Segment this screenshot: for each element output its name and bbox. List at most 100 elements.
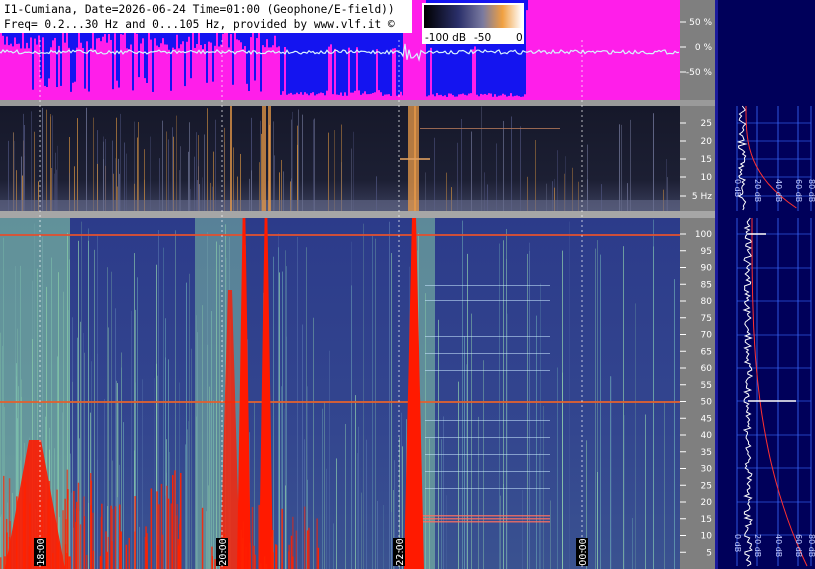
amplitude-column [270, 47, 272, 100]
lf-streak [173, 136, 174, 211]
amplitude-column [216, 32, 218, 100]
hf-streak [118, 402, 119, 569]
hf-streak [595, 248, 596, 569]
hf-line [425, 285, 550, 286]
hf-streak [186, 282, 187, 569]
amplitude-column [426, 96, 428, 100]
amplitude-column [294, 94, 296, 100]
hf-streak [674, 279, 675, 569]
lf-streak [341, 124, 342, 211]
hf-red-speck [23, 499, 25, 569]
hf-line [425, 353, 550, 354]
amplitude-column [486, 94, 488, 100]
hf-red-speck [292, 516, 294, 569]
hf-streak [313, 317, 314, 569]
amplitude-column [444, 95, 446, 100]
hf-streak [285, 485, 286, 569]
lf-streak [261, 133, 262, 211]
colorbar: -100 dB -50 0 [422, 3, 524, 44]
lf-streak [120, 113, 121, 211]
amplitude-column [314, 95, 316, 100]
hf-tick-label: 50 [701, 398, 713, 408]
amplitude-column [284, 47, 286, 100]
amplitude-column [26, 42, 28, 100]
amplitude-column [142, 38, 144, 100]
amplitude-column [34, 38, 36, 100]
lf-streak [511, 116, 512, 211]
amplitude-column [186, 41, 188, 100]
amplitude-column [358, 90, 360, 100]
hf-tick-label: 95 [701, 247, 712, 257]
amplitude-column [386, 94, 388, 100]
hf-streak [507, 313, 508, 569]
amplitude-column [128, 49, 130, 100]
lf-streak [86, 107, 87, 211]
amplitude-column [2, 35, 4, 100]
spectrogram-page: { "header": { "line1": "I1-Cumiana, Date… [0, 0, 815, 569]
lf-streak [46, 109, 47, 211]
hf-red-speck [57, 542, 60, 569]
hf-streak [550, 500, 551, 569]
spectrum-tick-label: 0 dB [733, 534, 742, 552]
hf-streak [557, 367, 558, 569]
amplitude-column [198, 30, 200, 100]
amplitude-column [236, 39, 238, 100]
amplitude-column [174, 49, 176, 100]
amplitude-column [318, 93, 320, 100]
amplitude-column [88, 91, 90, 100]
hf-line [425, 300, 550, 301]
amplitude-column [172, 47, 174, 100]
lf-streak [42, 107, 43, 211]
hf-streak [302, 324, 303, 569]
amplitude-column [52, 40, 54, 100]
amplitude-column [176, 34, 178, 100]
amplitude-column [506, 96, 508, 100]
lf-burst [262, 106, 266, 211]
hf-tick-label: 30 [701, 465, 713, 475]
spectrum-tick-label: 20 dB [753, 534, 762, 557]
amplitude-column [446, 96, 448, 100]
amplitude-column [74, 81, 76, 100]
amplitude-column [370, 93, 372, 100]
amplitude-column [72, 82, 74, 100]
hf-red-speck [245, 546, 247, 569]
hf-line [425, 471, 550, 472]
amplitude-column [320, 92, 322, 100]
lf-streak [24, 125, 25, 211]
amplitude-column [32, 89, 34, 100]
amplitude-column [338, 94, 340, 100]
hf-streak [254, 402, 255, 569]
hf-red-speck [8, 536, 11, 569]
hf-streak [336, 458, 337, 569]
hf-red-speck [167, 498, 170, 569]
spectrum-tick-label: 20 dB [753, 179, 762, 202]
amplitude-column [372, 92, 374, 100]
amplitude-column [228, 47, 230, 100]
amplitude-column [332, 94, 334, 100]
amplitude-column [260, 91, 262, 100]
spectrum-tick-group: 40 dB [774, 179, 783, 202]
amplitude-column [56, 87, 58, 100]
amplitude-column [326, 90, 328, 100]
amplitude-column [312, 92, 314, 100]
hf-streak [333, 523, 334, 569]
amplitude-column [306, 93, 308, 100]
amplitude-column [322, 93, 324, 100]
amplitude-column [234, 31, 236, 100]
hf-red-speck [254, 554, 256, 569]
hf-streak [163, 247, 164, 569]
amplitude-tick-label: 0 % [695, 43, 713, 53]
hf-streak [500, 495, 501, 569]
spectrogram-figure: 50 % 0 % -50 % 25 20 15 10 5 Hz 18:00 20:00 22:0… [0, 0, 815, 569]
lf-streak [52, 115, 53, 211]
amplitude-column [146, 82, 148, 100]
hf-streak [329, 350, 330, 569]
spectrum-tick-label: 40 dB [774, 179, 783, 202]
amplitude-column [272, 45, 274, 100]
spectrum-panel-border [715, 0, 718, 569]
lf-streak [334, 130, 335, 211]
hf-streak [611, 376, 612, 569]
amplitude-column [460, 94, 462, 100]
hf-streak [443, 416, 444, 569]
lf-streak [630, 119, 631, 211]
